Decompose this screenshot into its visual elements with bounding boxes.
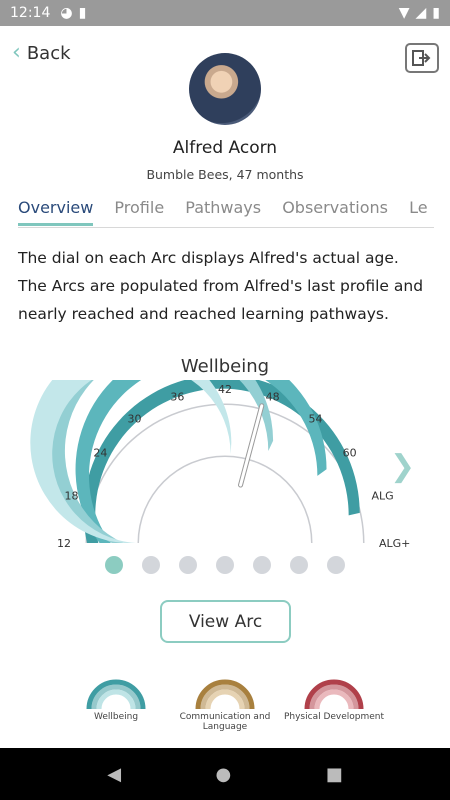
mini-arc-label: Communication and Language [179,712,271,732]
view-arc-button[interactable]: View Arc [160,600,291,643]
arc-scale-label: 42 [218,383,232,396]
mini-arc-ring [314,689,354,710]
tab-observations[interactable]: Observations [282,198,388,223]
mini-arc-card[interactable]: Wellbeing [61,678,171,722]
arc-scale-label: 48 [266,391,280,404]
arc-scale-label: 24 [93,446,107,459]
arc-title: Wellbeing [180,356,270,377]
mini-arc-label: Wellbeing [93,712,139,722]
app-notification-icon: ◕ [60,5,73,21]
pager-dot[interactable] [142,556,160,574]
sd-card-icon: ▮ [78,5,87,21]
back-label: Back [26,42,71,64]
arc-description: The dial on each Arc displays Alfred's a… [18,249,424,323]
chevron-left-icon: ‹ [12,40,21,65]
pager-dot[interactable] [327,556,345,574]
tab-overview[interactable]: Overview [18,198,94,226]
chevron-right-icon[interactable]: ❯ [390,452,415,482]
logout-icon [412,50,431,66]
mini-arc-graphic [195,679,255,710]
avatar [189,53,261,125]
mini-arc-ring [205,689,245,710]
pager-dots [0,556,450,574]
pager-dot[interactable] [290,556,308,574]
wellbeing-arc-dial: 12 18 24 30 36 42 48 54 60 ALG ALG+ [30,380,410,550]
android-nav-bar: ◀ ● ■ [0,748,450,800]
child-name: Alfred Acorn [172,138,278,158]
signal-icon: ◢ [415,5,427,21]
arc-scale-label: 36 [170,391,184,404]
status-bar: 12:14 ◕ ▮ ▼ ◢ ▮ [0,0,450,26]
arc-scale-label: 54 [309,412,323,425]
status-time: 12:14 [10,5,51,21]
child-subtitle: Bumble Bees, 47 months [146,167,304,182]
mini-arc-label: Physical Development [283,712,385,722]
arc-scale-label: 18 [65,489,79,502]
arc-scale-label: 30 [127,412,141,425]
nav-recents-icon[interactable]: ■ [326,764,343,785]
nav-back-icon[interactable]: ◀ [107,764,121,785]
battery-icon: ▮ [432,5,440,21]
arc-scale-label: 12 [57,537,71,550]
mini-arc-card[interactable]: Physical Development [279,678,389,722]
tab-profile[interactable]: Profile [114,198,164,223]
tab-more[interactable]: Le [409,198,427,223]
pager-dot[interactable] [216,556,234,574]
mini-arc-graphic [86,679,146,710]
mini-arc-ring [96,689,136,710]
wifi-icon: ▼ [398,5,410,21]
mini-arc-graphic [304,679,364,710]
tab-bar: Overview Profile Pathways Observations L… [18,198,434,228]
tab-pathways[interactable]: Pathways [185,198,261,223]
arc-scale-label: ALG+ [379,537,410,550]
pager-dot[interactable] [179,556,197,574]
pager-dot[interactable] [253,556,271,574]
mini-arc-card[interactable]: Communication and Language [170,678,280,732]
arc-scale-label: 60 [343,446,357,459]
logout-button[interactable] [405,43,439,73]
pager-dot[interactable] [105,556,123,574]
nav-home-icon[interactable]: ● [216,764,232,785]
back-button[interactable]: ‹ Back [12,42,71,64]
arc-scale-label: ALG [371,489,393,502]
mini-arc-list: Wellbeing Communication and Language Physi… [0,678,450,734]
